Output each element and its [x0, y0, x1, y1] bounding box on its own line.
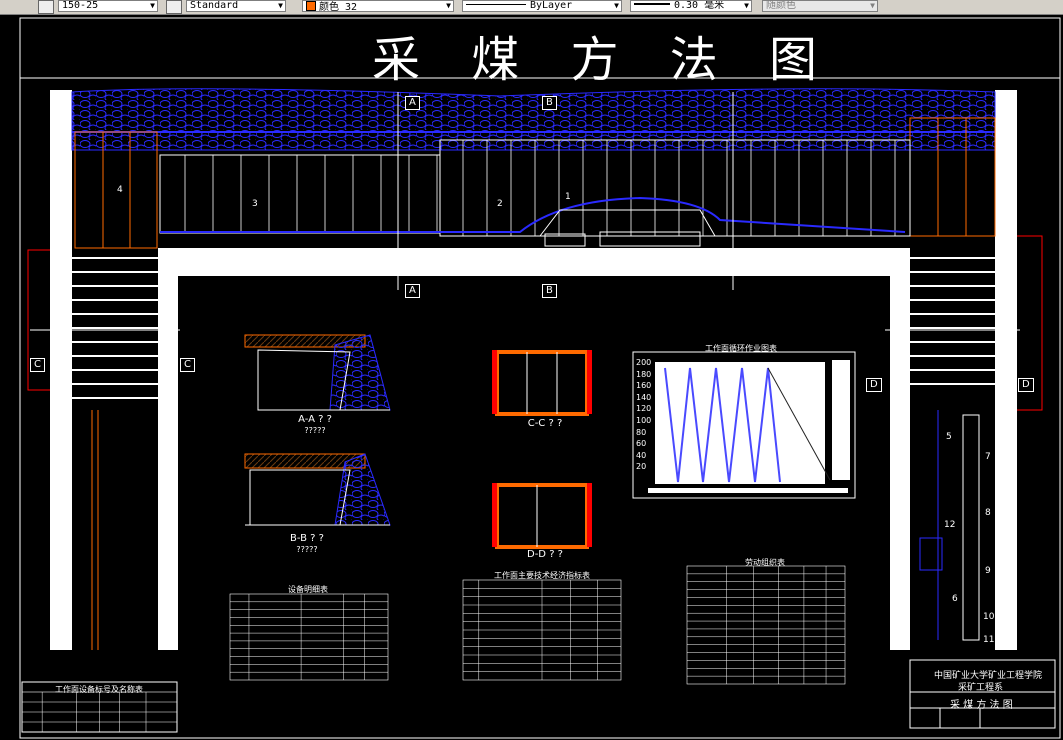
cycle-chart-legend	[832, 360, 850, 480]
cycle-chart-y-tick: 100	[636, 416, 652, 425]
cycle-chart-y-tick: 200	[636, 358, 652, 367]
right-roadway-wall	[995, 90, 1017, 650]
cycle-chart-y-tick: 60	[636, 439, 647, 449]
cycle-chart-y-tick: 120	[636, 404, 652, 414]
cycle-chart-y-tick: 20	[636, 462, 647, 472]
caption-dd: D-D ? ?	[527, 549, 563, 560]
section-dd	[492, 483, 592, 549]
left-roadway-wall	[50, 90, 72, 650]
lineweight-select[interactable]: 0.30 毫米 ▼	[630, 0, 752, 12]
conveyor-line	[160, 196, 906, 233]
labor-table-title: 劳动组织表	[745, 558, 785, 567]
textstyle-icon[interactable]	[166, 0, 182, 14]
right-roadway-rungs	[910, 257, 995, 385]
section-aa	[244, 334, 391, 411]
drawing-title: 采 煤 方 法 图	[372, 32, 836, 88]
cycle-chart-y-tick: 40	[636, 450, 647, 460]
section-mark-d-left: D	[866, 378, 882, 392]
chevron-down-icon: ▼	[150, 1, 155, 10]
properties-toolbar: 150-25 ▼ Standard ▼ 颜色 32 ▼ ByLayer ▼ 0.30 毫…	[0, 0, 1063, 15]
callout-1: 1	[565, 192, 571, 202]
equipment-table-title: 设备明细表	[288, 585, 328, 594]
section-mark-c-right: C	[180, 358, 195, 372]
callout-12: 12	[944, 520, 956, 530]
section-mark-d-right: D	[1018, 378, 1034, 392]
callout-9: 9	[985, 566, 991, 576]
face-bottom-band	[158, 248, 910, 276]
caption-cc: C-C ? ?	[527, 418, 563, 429]
chevron-down-icon: ▼	[744, 1, 749, 10]
section-bb	[244, 453, 391, 526]
callout-10: 10	[983, 612, 995, 622]
cycle-chart-y-tick: 160	[636, 381, 652, 391]
color-select[interactable]: 颜色 32 ▼	[302, 0, 454, 12]
section-mark-b-bottom: B	[542, 284, 557, 298]
callout-2: 2	[497, 199, 503, 209]
textstyle-select[interactable]: Standard ▼	[186, 0, 286, 12]
linetype-select[interactable]: ByLayer ▼	[462, 0, 622, 12]
cycle-chart-title: 工作面循环作业图表	[705, 344, 777, 353]
cycle-chart-y-tick: 180	[636, 369, 652, 379]
section-cc	[492, 350, 592, 416]
cycle-chart-y-tick: 140	[636, 392, 652, 402]
section-mark-a-bottom: A	[405, 284, 420, 298]
cycle-chart-y-tick: 80	[636, 427, 647, 437]
lineweight-sample	[634, 3, 670, 5]
dimstyle-select[interactable]: 150-25 ▼	[58, 0, 158, 12]
linetype-sample	[466, 4, 526, 5]
callout-6: 6	[952, 594, 958, 604]
color-swatch-icon	[306, 1, 316, 11]
right-equipment-12	[919, 537, 943, 571]
left-roadway-wall-inner	[158, 248, 178, 650]
chevron-down-icon: ▼	[446, 1, 451, 10]
plotstyle-select[interactable]: 随颜色 ▼	[762, 0, 878, 12]
chevron-down-icon: ▼	[614, 1, 619, 10]
callout-7: 7	[985, 452, 991, 462]
chevron-down-icon: ▼	[870, 1, 875, 10]
right-equipment-chain	[962, 414, 980, 641]
section-mark-c-left: C	[30, 358, 45, 372]
caption-aa-sub: ?????	[304, 426, 326, 435]
caption-aa: A-A ? ?	[298, 414, 332, 425]
callout-3: 3	[252, 199, 258, 209]
right-roadway-wall-inner	[890, 248, 910, 650]
left-roadway-rungs	[72, 257, 158, 399]
section-mark-b-top: B	[542, 96, 557, 110]
callout-4: 4	[117, 185, 123, 195]
title-block-dept: 采矿工程系	[958, 683, 1004, 693]
drawing-canvas[interactable]	[0, 14, 1063, 740]
callout-5: 5	[946, 432, 952, 442]
callout-8: 8	[985, 508, 991, 518]
roof-rock-hatch	[71, 88, 996, 151]
dimstyle-icon[interactable]	[38, 0, 54, 14]
section-mark-a-top: A	[405, 96, 420, 110]
chevron-down-icon: ▼	[278, 1, 283, 10]
title-block-name: 采 煤 方 法 图	[950, 700, 1013, 711]
left-pipes	[91, 410, 99, 650]
callout-11: 11	[983, 635, 995, 645]
legend-table-title: 工作面设备标号及名称表	[55, 685, 143, 694]
caption-bb-sub: ?????	[296, 545, 318, 554]
cycle-chart-bottombar	[648, 488, 848, 493]
tech-econ-table-title: 工作面主要技术经济指标表	[494, 571, 590, 580]
support-grid	[184, 140, 896, 236]
caption-bb: B-B ? ?	[290, 533, 324, 544]
tables	[21, 565, 846, 733]
